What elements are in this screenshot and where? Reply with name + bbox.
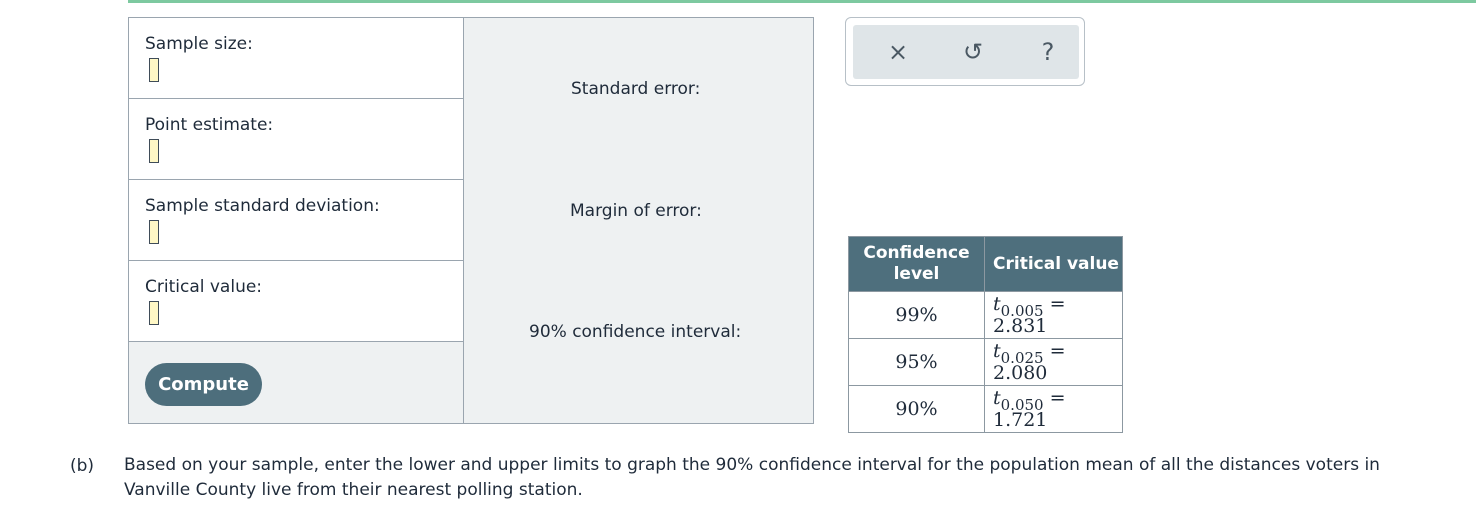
confidence-level-cell: 95%	[848, 338, 985, 386]
point-estimate-cell: Point estimate:	[129, 99, 463, 180]
t-subscript: 0.005	[1000, 302, 1044, 320]
critical-value-header: Critical value	[984, 236, 1123, 292]
critical-value-cell: Critical value:	[129, 261, 463, 342]
confidence-level-cell: 99%	[848, 291, 985, 339]
point-estimate-input[interactable]	[149, 139, 159, 163]
t-symbol: t	[993, 387, 1001, 409]
margin-of-error-label: Margin of error:	[570, 201, 702, 221]
confidence-level-header: Confidence level	[848, 236, 985, 292]
toolbar-inner: × ↺ ?	[853, 25, 1079, 79]
input-column: Sample size: Point estimate: Sample stan…	[129, 18, 464, 423]
undo-icon[interactable]: ↺	[956, 35, 990, 69]
critical-value-table: Confidence level Critical value 99% t0.0…	[848, 236, 1123, 433]
answer-toolbar: × ↺ ?	[845, 17, 1085, 86]
table-row: 95% t0.025 = 2.080	[848, 338, 1123, 386]
calculator-panel: Sample size: Point estimate: Sample stan…	[128, 17, 814, 424]
critical-value-label: Critical value:	[145, 277, 263, 297]
critical-value-input[interactable]	[149, 301, 159, 325]
sample-sd-cell: Sample standard deviation:	[129, 180, 463, 261]
confidence-level-cell: 90%	[848, 385, 985, 433]
top-accent-line	[128, 0, 1476, 3]
table-row: 90% t0.050 = 1.721	[848, 385, 1123, 433]
t-symbol: t	[993, 293, 1001, 315]
part-b-instructions: Based on your sample, enter the lower an…	[124, 455, 1380, 500]
t-symbol: t	[993, 340, 1001, 362]
table-row: 99% t0.005 = 2.831	[848, 291, 1123, 339]
sample-size-label: Sample size:	[145, 34, 253, 54]
compute-button[interactable]: Compute	[145, 363, 262, 406]
help-icon[interactable]: ?	[1031, 35, 1065, 69]
part-b-tag: (b)	[70, 456, 95, 476]
sample-sd-label: Sample standard deviation:	[145, 196, 380, 216]
t-subscript: 0.025	[1000, 349, 1044, 367]
confidence-interval-label: 90% confidence interval:	[529, 322, 742, 342]
t-subscript: 0.050	[1000, 396, 1044, 414]
standard-error-label: Standard error:	[571, 79, 701, 99]
close-icon[interactable]: ×	[881, 35, 915, 69]
critical-value-cell: t0.025 = 2.080	[984, 338, 1123, 386]
sample-size-input[interactable]	[149, 58, 159, 82]
critical-value-cell: t0.050 = 1.721	[984, 385, 1123, 433]
critical-value-cell: t0.005 = 2.831	[984, 291, 1123, 339]
sample-size-cell: Sample size:	[129, 18, 463, 99]
point-estimate-label: Point estimate:	[145, 115, 274, 135]
sample-sd-input[interactable]	[149, 220, 159, 244]
